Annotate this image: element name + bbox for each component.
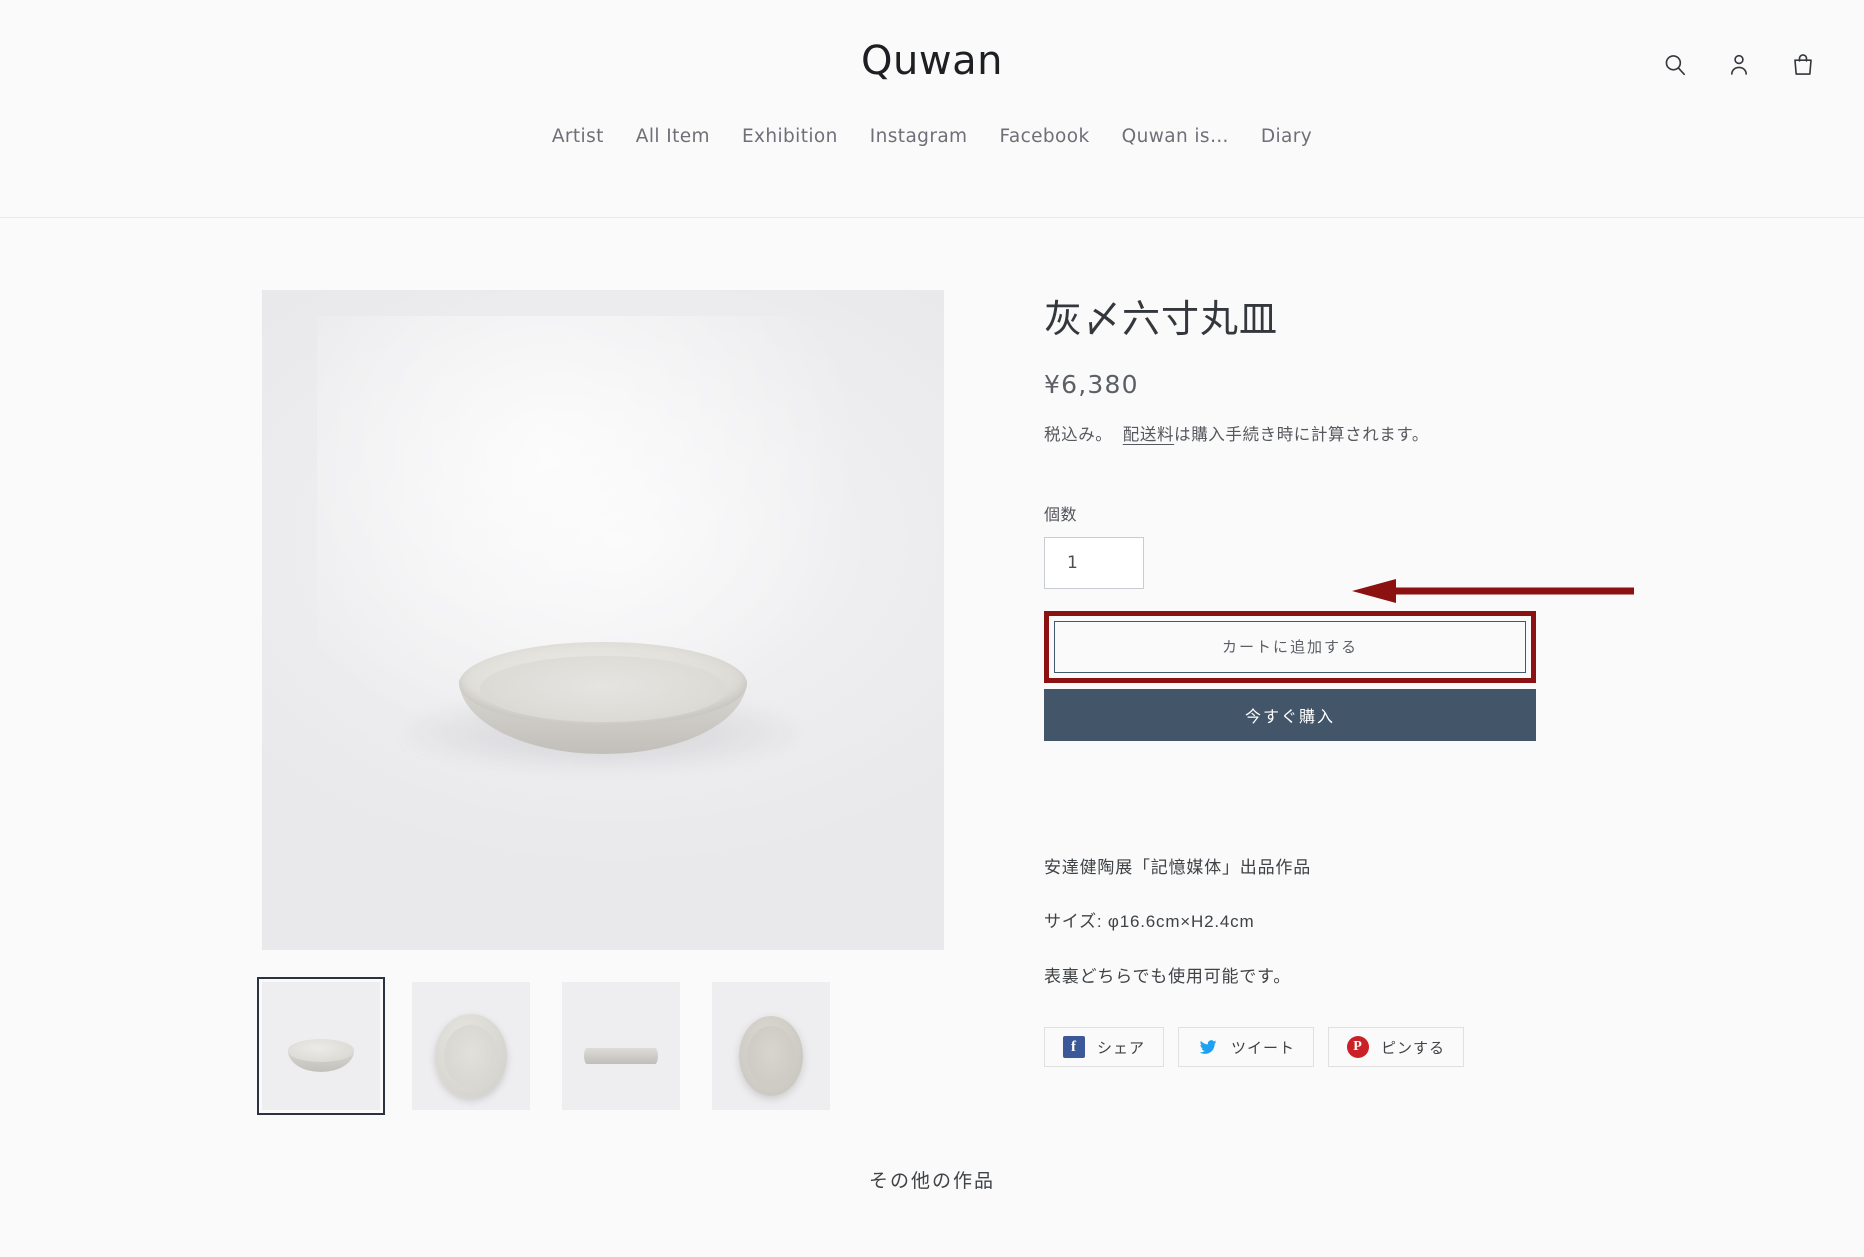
nav-item-exhibition[interactable]: Exhibition [742,126,838,147]
main-navigation: Artist All Item Exhibition Instagram Fac… [0,126,1864,147]
share-twitter-button[interactable]: ツイート [1178,1027,1315,1068]
site-header: Quwan Artist All Item Exhibition Instagr… [0,0,1864,218]
search-icon[interactable] [1660,50,1690,80]
share-pinterest-label: ピンする [1381,1039,1446,1057]
shipping-note-rest: は購入手続き時に計算されます。 [1174,425,1429,444]
product-hero-image[interactable] [262,290,944,950]
description-line-3: 表裏どちらでも使用可能です。 [1044,966,1291,986]
product-thumbnail-row [257,977,962,1115]
add-to-cart-button[interactable]: カートに追加する [1054,620,1526,673]
product-media-column [257,290,962,1115]
share-pinterest-button[interactable]: P ピンする [1328,1027,1465,1068]
product-thumbnail-2[interactable] [412,982,530,1110]
shipping-policy-link[interactable]: 配送料 [1123,426,1174,444]
account-icon[interactable] [1724,50,1754,80]
product-thumbnail-3[interactable] [562,982,680,1110]
nav-item-artist[interactable]: Artist [552,126,604,147]
social-share-row: f シェア ツイート P ピンする [1044,1027,1602,1068]
product-thumbnail-1[interactable] [257,977,385,1115]
product-info-column: 灰〆六寸丸皿 ¥6,380 税込み。 配送料は購入手続き時に計算されます。 個数… [962,290,1602,1068]
tax-included-text: 税込み。 [1044,425,1113,444]
nav-item-quwan-is[interactable]: Quwan is… [1122,126,1229,147]
share-facebook-button[interactable]: f シェア [1044,1027,1165,1068]
facebook-icon: f [1063,1036,1085,1059]
product-thumbnail-4[interactable] [712,982,830,1110]
related-products-heading: その他の作品 [868,1171,995,1192]
nav-item-instagram[interactable]: Instagram [870,126,968,147]
ceramic-plate-illustration [405,641,801,773]
purchase-button-group: カートに追加する 今すぐ購入 [1044,610,1536,741]
hero-backdrop [262,290,944,950]
header-icon-group [1660,50,1818,80]
nav-item-facebook[interactable]: Facebook [999,126,1089,147]
share-twitter-label: ツイート [1231,1039,1296,1057]
product-description: 安達健陶展「記憶媒体」出品作品 サイズ: φ16.6cm×H2.4cm 表裏どち… [1044,855,1602,990]
cart-icon[interactable] [1788,50,1818,80]
nav-item-diary[interactable]: Diary [1261,126,1312,147]
buy-now-button[interactable]: 今すぐ購入 [1044,688,1536,741]
share-facebook-label: シェア [1097,1039,1146,1057]
twitter-icon [1197,1036,1219,1058]
add-to-cart-annotation-box: カートに追加する [1044,610,1536,683]
product-page: 灰〆六寸丸皿 ¥6,380 税込み。 配送料は購入手続き時に計算されます。 個数… [0,218,1864,1193]
pinterest-icon: P [1347,1036,1370,1059]
product-title: 灰〆六寸丸皿 [1044,299,1279,341]
quantity-input[interactable] [1044,536,1144,589]
tax-and-shipping-note: 税込み。 配送料は購入手続き時に計算されます。 [1044,421,1602,445]
quantity-label: 個数 [1044,506,1078,524]
description-line-2-size: サイズ: φ16.6cm×H2.4cm [1044,912,1255,932]
product-price: ¥6,380 [1044,369,1139,399]
site-logo[interactable]: Quwan [0,38,1864,84]
description-line-1: 安達健陶展「記憶媒体」出品作品 [1044,857,1311,877]
nav-item-all-item[interactable]: All Item [636,126,710,147]
